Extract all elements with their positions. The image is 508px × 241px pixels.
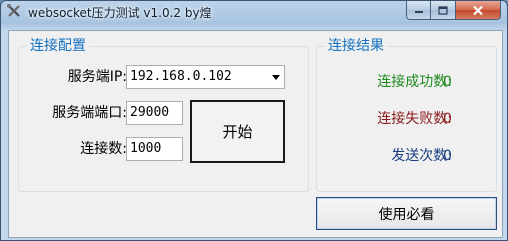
connection-count-input[interactable]: 1000 bbox=[126, 137, 183, 161]
help-button[interactable]: 使用必看 bbox=[316, 197, 497, 230]
connection-results-group: 连接结果 连接成功数: 0 连接失败数: 0 发送次数: 0 bbox=[316, 38, 497, 192]
server-port-label: 服务端端口: bbox=[52, 105, 127, 121]
failure-count-value: 0 bbox=[443, 111, 452, 127]
failure-count-label: 连接失败数: bbox=[377, 111, 452, 127]
server-ip-select[interactable]: 192.168.0.102 bbox=[126, 65, 285, 89]
start-button[interactable]: 开始 bbox=[190, 100, 285, 163]
maximize-button[interactable] bbox=[431, 1, 456, 20]
chevron-down-icon[interactable] bbox=[272, 75, 280, 80]
server-port-input[interactable]: 29000 bbox=[126, 101, 183, 125]
connection-config-group: 连接配置 服务端IP: 192.168.0.102 服务端端口: 29000 连… bbox=[18, 38, 309, 192]
minimize-icon bbox=[414, 11, 423, 13]
maximize-icon bbox=[438, 5, 448, 15]
close-icon bbox=[473, 5, 483, 15]
close-button[interactable] bbox=[456, 1, 501, 20]
server-ip-label: 服务端IP: bbox=[67, 69, 127, 85]
minimize-button[interactable] bbox=[406, 1, 431, 20]
server-ip-value: 192.168.0.102 bbox=[130, 69, 232, 84]
sent-count-value: 0 bbox=[443, 148, 452, 164]
success-count-label: 连接成功数: bbox=[377, 74, 452, 90]
server-port-value: 29000 bbox=[130, 105, 170, 120]
connection-config-title: 连接配置 bbox=[27, 38, 89, 54]
client-area: 连接配置 服务端IP: 192.168.0.102 服务端端口: 29000 连… bbox=[8, 30, 503, 238]
connection-count-label: 连接数: bbox=[80, 141, 127, 157]
window-title: websocket压力测试 v1.0.2 by煌 bbox=[28, 6, 212, 20]
connection-count-value: 1000 bbox=[130, 141, 162, 156]
tools-icon bbox=[7, 4, 20, 17]
success-count-value: 0 bbox=[443, 74, 452, 90]
app-window: websocket压力测试 v1.0.2 by煌 连接配置 服务端IP: 192… bbox=[0, 0, 508, 241]
title-bar[interactable]: websocket压力测试 v1.0.2 by煌 bbox=[1, 1, 507, 23]
connection-results-title: 连接结果 bbox=[325, 38, 387, 54]
